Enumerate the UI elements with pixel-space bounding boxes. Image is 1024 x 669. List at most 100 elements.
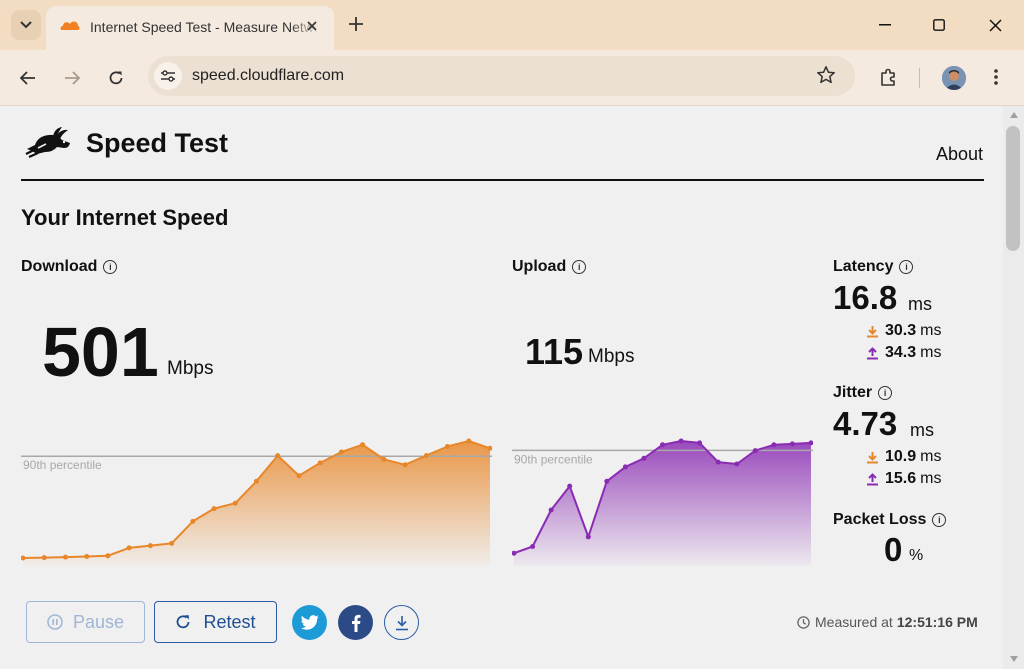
download-results-button[interactable] xyxy=(384,605,419,640)
bookmark-star-icon[interactable] xyxy=(816,65,836,90)
upload-chart-point xyxy=(548,507,554,513)
page-scrollbar[interactable] xyxy=(1003,106,1024,669)
url-text[interactable]: speed.cloudflare.com xyxy=(192,67,344,85)
arrow-right-icon xyxy=(65,71,80,85)
pause-icon xyxy=(47,614,63,630)
arrow-left-icon xyxy=(20,71,35,85)
latency-download-unit: ms xyxy=(920,322,942,339)
upload-chart-point xyxy=(660,442,665,448)
download-chart-point xyxy=(296,473,302,479)
download-chart-point xyxy=(254,478,259,484)
download-value: 501 xyxy=(42,313,159,391)
pause-button[interactable]: Pause xyxy=(26,601,145,643)
download-chart-point xyxy=(126,545,132,551)
upload-chart-point xyxy=(771,442,777,448)
browser-toolbar: speed.cloudflare.com xyxy=(0,50,1024,106)
download-chart-point xyxy=(317,460,323,466)
forward-button[interactable] xyxy=(58,64,86,92)
download-chart-point xyxy=(338,449,344,455)
upload-chart-point xyxy=(789,441,795,447)
scroll-down-arrow-icon[interactable] xyxy=(1010,656,1018,662)
facebook-icon xyxy=(351,614,360,632)
info-icon[interactable]: i xyxy=(572,260,587,274)
upload-chart: 90th percentile xyxy=(512,438,813,566)
upload-label-text: Upload xyxy=(512,258,567,275)
reload-icon xyxy=(109,71,123,85)
twitter-share-button[interactable] xyxy=(292,605,327,640)
download-chart-point xyxy=(423,453,429,459)
profile-avatar[interactable] xyxy=(942,66,966,90)
chevron-down-icon xyxy=(20,21,32,29)
site-info-button[interactable] xyxy=(154,62,182,90)
tab-title: Internet Speed Test - Measure Network Pe… xyxy=(90,19,318,35)
retest-label: Retest xyxy=(203,611,256,632)
latency-label-text: Latency xyxy=(833,258,894,275)
extensions-button[interactable] xyxy=(876,64,902,90)
upload-chart-point xyxy=(678,438,684,444)
close-icon xyxy=(988,18,1002,32)
section-title: Your Internet Speed xyxy=(21,205,229,230)
refresh-icon xyxy=(177,615,190,629)
tab-search-button[interactable] xyxy=(11,10,41,40)
download-chart-point xyxy=(105,553,111,559)
latency-upload-unit: ms xyxy=(920,344,942,361)
info-icon[interactable]: i xyxy=(932,513,947,527)
download-chart-point xyxy=(147,543,153,549)
user-photo-icon xyxy=(942,66,966,90)
download-icon xyxy=(395,615,408,630)
maximize-icon xyxy=(933,19,945,31)
download-unit: Mbps xyxy=(167,358,214,379)
upload-chart-point xyxy=(734,461,740,467)
tab-close-icon[interactable] xyxy=(302,16,322,36)
reload-button[interactable] xyxy=(102,64,130,92)
info-icon[interactable]: i xyxy=(899,260,914,274)
browser-tab[interactable]: Internet Speed Test - Measure Network Pe… xyxy=(46,6,334,50)
minimize-button[interactable] xyxy=(870,10,900,40)
upload-chart-point xyxy=(604,478,610,484)
download-chart-point xyxy=(275,453,281,459)
kebab-menu-icon xyxy=(994,69,998,85)
download-chart-point xyxy=(211,506,217,512)
address-bar[interactable]: speed.cloudflare.com xyxy=(148,56,855,96)
measured-prefix: Measured at xyxy=(815,614,893,630)
upload-chart-point xyxy=(530,544,536,549)
info-icon[interactable]: i xyxy=(878,386,893,400)
clock-icon xyxy=(797,615,810,629)
upload-chart-point xyxy=(567,483,573,489)
close-window-button[interactable] xyxy=(980,10,1010,40)
jitter-download-unit: ms xyxy=(920,448,942,465)
new-tab-button[interactable] xyxy=(344,12,368,36)
packet-loss-unit: % xyxy=(909,547,924,564)
browser-titlebar: Internet Speed Test - Measure Network Pe… xyxy=(0,0,1024,50)
facebook-share-button[interactable] xyxy=(338,605,373,640)
download-chart-point xyxy=(41,555,47,561)
upload-chart-point xyxy=(641,455,647,461)
info-icon[interactable]: i xyxy=(103,260,118,274)
latency-upload-row: 34.3 ms xyxy=(866,344,941,362)
back-button[interactable] xyxy=(14,64,42,92)
download-label: Download i xyxy=(21,258,118,276)
download-chart-point xyxy=(63,554,68,560)
latency-download-value: 30.3 xyxy=(885,322,917,339)
rabbit-logo-icon xyxy=(24,126,72,163)
scroll-up-arrow-icon[interactable] xyxy=(1010,112,1018,118)
page-viewport: Speed Test About Your Internet Speed Dow… xyxy=(0,106,1003,669)
packet-loss-label-text: Packet Loss xyxy=(833,511,927,528)
pause-label: Pause xyxy=(72,611,125,632)
jitter-download-row: 10.9 ms xyxy=(866,448,941,466)
upload-chart-point xyxy=(585,534,591,540)
maximize-button[interactable] xyxy=(924,10,954,40)
upload-arrow-icon xyxy=(867,472,878,485)
jitter-value: 4.73 xyxy=(833,405,898,442)
jitter-label-text: Jitter xyxy=(833,384,873,401)
upload-chart-point xyxy=(697,440,703,446)
scroll-thumb[interactable] xyxy=(1006,126,1020,251)
browser-menu-button[interactable] xyxy=(984,64,1008,90)
jitter-download-value: 10.9 xyxy=(885,448,917,465)
brand-title: Speed Test xyxy=(86,128,229,158)
retest-button[interactable]: Retest xyxy=(154,601,277,643)
upload-unit: Mbps xyxy=(588,346,635,367)
download-chart-point xyxy=(232,500,238,506)
about-link[interactable]: About xyxy=(936,144,983,165)
download-chart-point xyxy=(360,442,366,448)
